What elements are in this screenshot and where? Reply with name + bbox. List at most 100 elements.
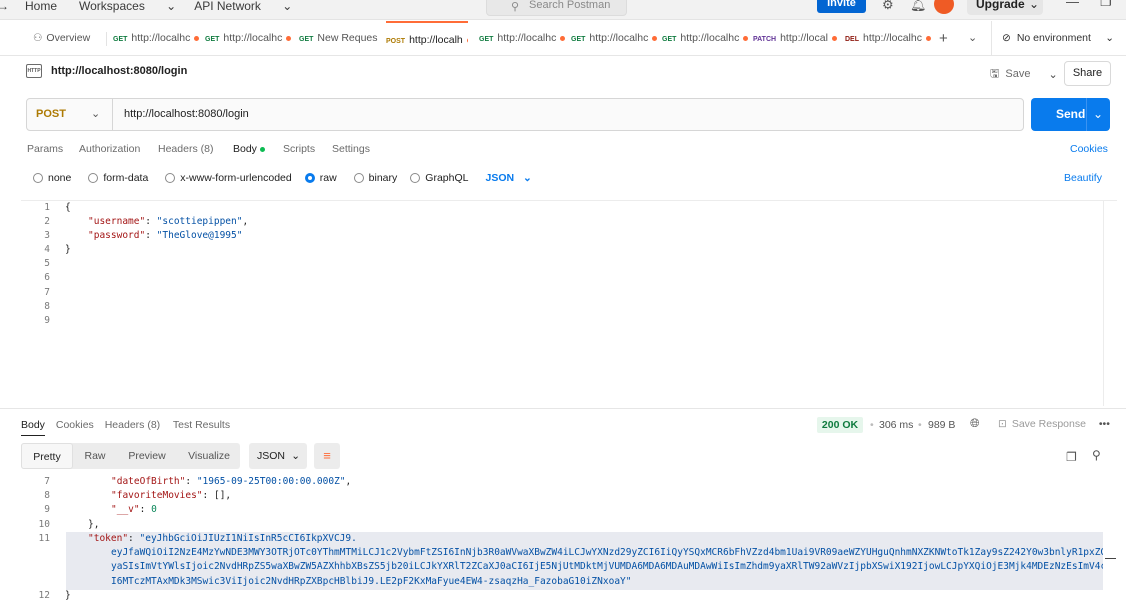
invite-button[interactable]: Invite — [817, 0, 866, 13]
request-title: HTTP http://localhost:8080/login — [26, 64, 187, 78]
tab-label: http://local — [780, 32, 828, 44]
tab-settings[interactable]: Settings — [332, 143, 382, 159]
line-number: 12 — [38, 590, 50, 601]
line-number: 8 — [44, 301, 50, 312]
json-number: 0 — [151, 504, 157, 515]
tab-scripts[interactable]: Scripts — [283, 143, 332, 159]
url-input[interactable]: http://localhost:8080/login — [124, 99, 249, 130]
view-raw[interactable]: Raw — [77, 443, 113, 469]
avatar[interactable] — [934, 0, 954, 14]
more-options-icon[interactable]: ••• — [1099, 418, 1110, 430]
settings-icon[interactable]: ⚙ — [882, 0, 894, 13]
radio-raw[interactable] — [304, 173, 315, 183]
status-badge[interactable]: 200 OK — [817, 417, 863, 433]
minimize-icon[interactable]: — — [1066, 0, 1079, 9]
tab-request-1[interactable]: GET http://localhc — [113, 21, 199, 56]
scroll-marker — [1105, 558, 1116, 559]
tab-body[interactable]: Body — [233, 143, 283, 159]
code-line-password: "password": "TheGlove@1995" — [88, 229, 242, 243]
tab-authorization[interactable]: Authorization — [79, 143, 158, 159]
nav-workspaces[interactable]: Workspaces ⌄ — [79, 0, 176, 13]
tab-overview[interactable]: ⚇ Overview — [33, 21, 111, 56]
tab-method: GET — [571, 36, 586, 43]
send-button[interactable]: Send ⌄ — [1031, 98, 1110, 131]
line-number: 7 — [44, 476, 50, 487]
resp-tab-test-results[interactable]: Test Results — [173, 419, 230, 431]
line-number: 10 — [38, 519, 50, 530]
radio-form-data[interactable] — [88, 173, 99, 183]
tabs-overflow-chevron-icon[interactable]: ⌄ — [968, 21, 977, 56]
tab-request-2[interactable]: GET http://localhc — [205, 21, 291, 56]
maximize-icon[interactable]: ❐ — [1100, 0, 1112, 10]
radio-none[interactable] — [33, 173, 43, 183]
json-comma: , — [242, 216, 249, 227]
response-divider[interactable] — [0, 408, 1126, 409]
response-size[interactable]: 989 B — [928, 419, 955, 431]
response-format-label: JSON — [257, 450, 286, 462]
tab-headers[interactable]: Headers (8) — [158, 143, 233, 159]
resp-tab-cookies[interactable]: Cookies — [56, 419, 94, 431]
token-continuation: I6MTczMTAxMDk3MSwic3ViIjoic2NvdHRpZXBpcH… — [111, 576, 632, 587]
radio-graphql[interactable] — [410, 173, 421, 183]
nav-api-network[interactable]: API Network ⌄ — [194, 0, 292, 13]
beautify-link[interactable]: Beautify — [1064, 172, 1102, 184]
search-icon[interactable]: ⚲ — [1092, 448, 1101, 462]
tab-request-5[interactable]: GET http://localhc — [479, 21, 565, 56]
back-arrow-icon[interactable]: → — [0, 0, 9, 13]
tab-request-3[interactable]: GET New Reques — [299, 21, 381, 56]
search-input[interactable]: ⚲ Search Postman — [486, 0, 627, 16]
tab-request-4-active[interactable]: POST http://localh — [386, 21, 468, 56]
upgrade-button[interactable]: Upgrade ⌄ — [967, 0, 1043, 15]
json-string: "scottiepippen" — [156, 216, 243, 227]
tab-label: http://localhc — [863, 32, 922, 44]
body-format-select[interactable]: JSON ⌄ — [485, 172, 531, 184]
tab-request-7[interactable]: GET http://localhc — [662, 21, 748, 56]
bell-icon[interactable]: 🔔︎ — [910, 0, 927, 13]
chevron-down-icon[interactable]: ⌄ — [1029, 0, 1039, 14]
method-select[interactable]: POST ⌄ — [27, 99, 113, 130]
response-format-select[interactable]: JSON ⌄ — [249, 443, 307, 469]
request-title-text[interactable]: http://localhost:8080/login — [51, 65, 187, 77]
response-time[interactable]: 306 ms — [879, 419, 913, 431]
share-button[interactable]: Share — [1064, 61, 1111, 86]
globe-icon[interactable]: 🌐︎ — [970, 416, 980, 431]
view-preview[interactable]: Preview — [121, 443, 173, 469]
tab-request-8[interactable]: PATCH http://local — [753, 21, 839, 56]
tab-method: POST — [386, 38, 406, 45]
view-pretty[interactable]: Pretty — [21, 443, 73, 469]
json-key: "token" — [88, 533, 129, 544]
tab-request-9[interactable]: DEL http://localhc — [845, 21, 931, 56]
copy-icon[interactable]: ❐ — [1066, 450, 1077, 464]
radio-urlencoded[interactable] — [165, 173, 176, 183]
resp-tab-body[interactable]: Body — [21, 419, 45, 436]
new-tab-plus-icon[interactable]: + — [939, 21, 948, 56]
line-number: 7 — [44, 287, 50, 298]
unsaved-dot — [652, 35, 657, 41]
send-options-chevron-icon[interactable]: ⌄ — [1093, 98, 1103, 131]
save-button[interactable]: 🖫︎ Save ⌄ — [990, 64, 1058, 84]
json-colon: : — [139, 504, 152, 515]
unsaved-dot — [925, 35, 931, 41]
tab-params[interactable]: Params — [27, 143, 79, 159]
chevron-down-icon: ⌄ — [523, 172, 532, 184]
radio-form-data-label: form-data — [103, 172, 149, 184]
cookies-link[interactable]: Cookies — [1070, 143, 1108, 155]
resp-tab-headers[interactable]: Headers (8) — [105, 419, 160, 431]
radio-binary[interactable] — [353, 173, 364, 183]
json-colon: : — [128, 533, 140, 544]
request-subtabs: Params Authorization Headers (8) Body Sc… — [27, 143, 382, 159]
environment-label: No environment — [1016, 32, 1091, 44]
tab-method: GET — [662, 36, 677, 43]
unsaved-dot — [466, 37, 468, 43]
wrap-lines-icon[interactable]: ≡ — [314, 443, 340, 469]
tab-request-6[interactable]: GET http://localhc — [571, 21, 657, 56]
view-visualize[interactable]: Visualize — [181, 443, 237, 469]
tab-divider — [106, 32, 107, 46]
json-string: "eyJhbGciOiJIUzI1NiIsInR5cCI6IkpXVCJ9. — [139, 533, 357, 544]
editor-scrollbar[interactable] — [1103, 200, 1116, 406]
nav-home[interactable]: Home — [25, 0, 57, 13]
save-response-button[interactable]: ⊡ Save Response ••• — [998, 418, 1110, 430]
json-colon: : — [185, 476, 197, 487]
environment-selector[interactable]: ⊘ No environment ⌄ — [991, 21, 1126, 56]
save-options-chevron-icon[interactable]: ⌄ — [1048, 68, 1057, 81]
